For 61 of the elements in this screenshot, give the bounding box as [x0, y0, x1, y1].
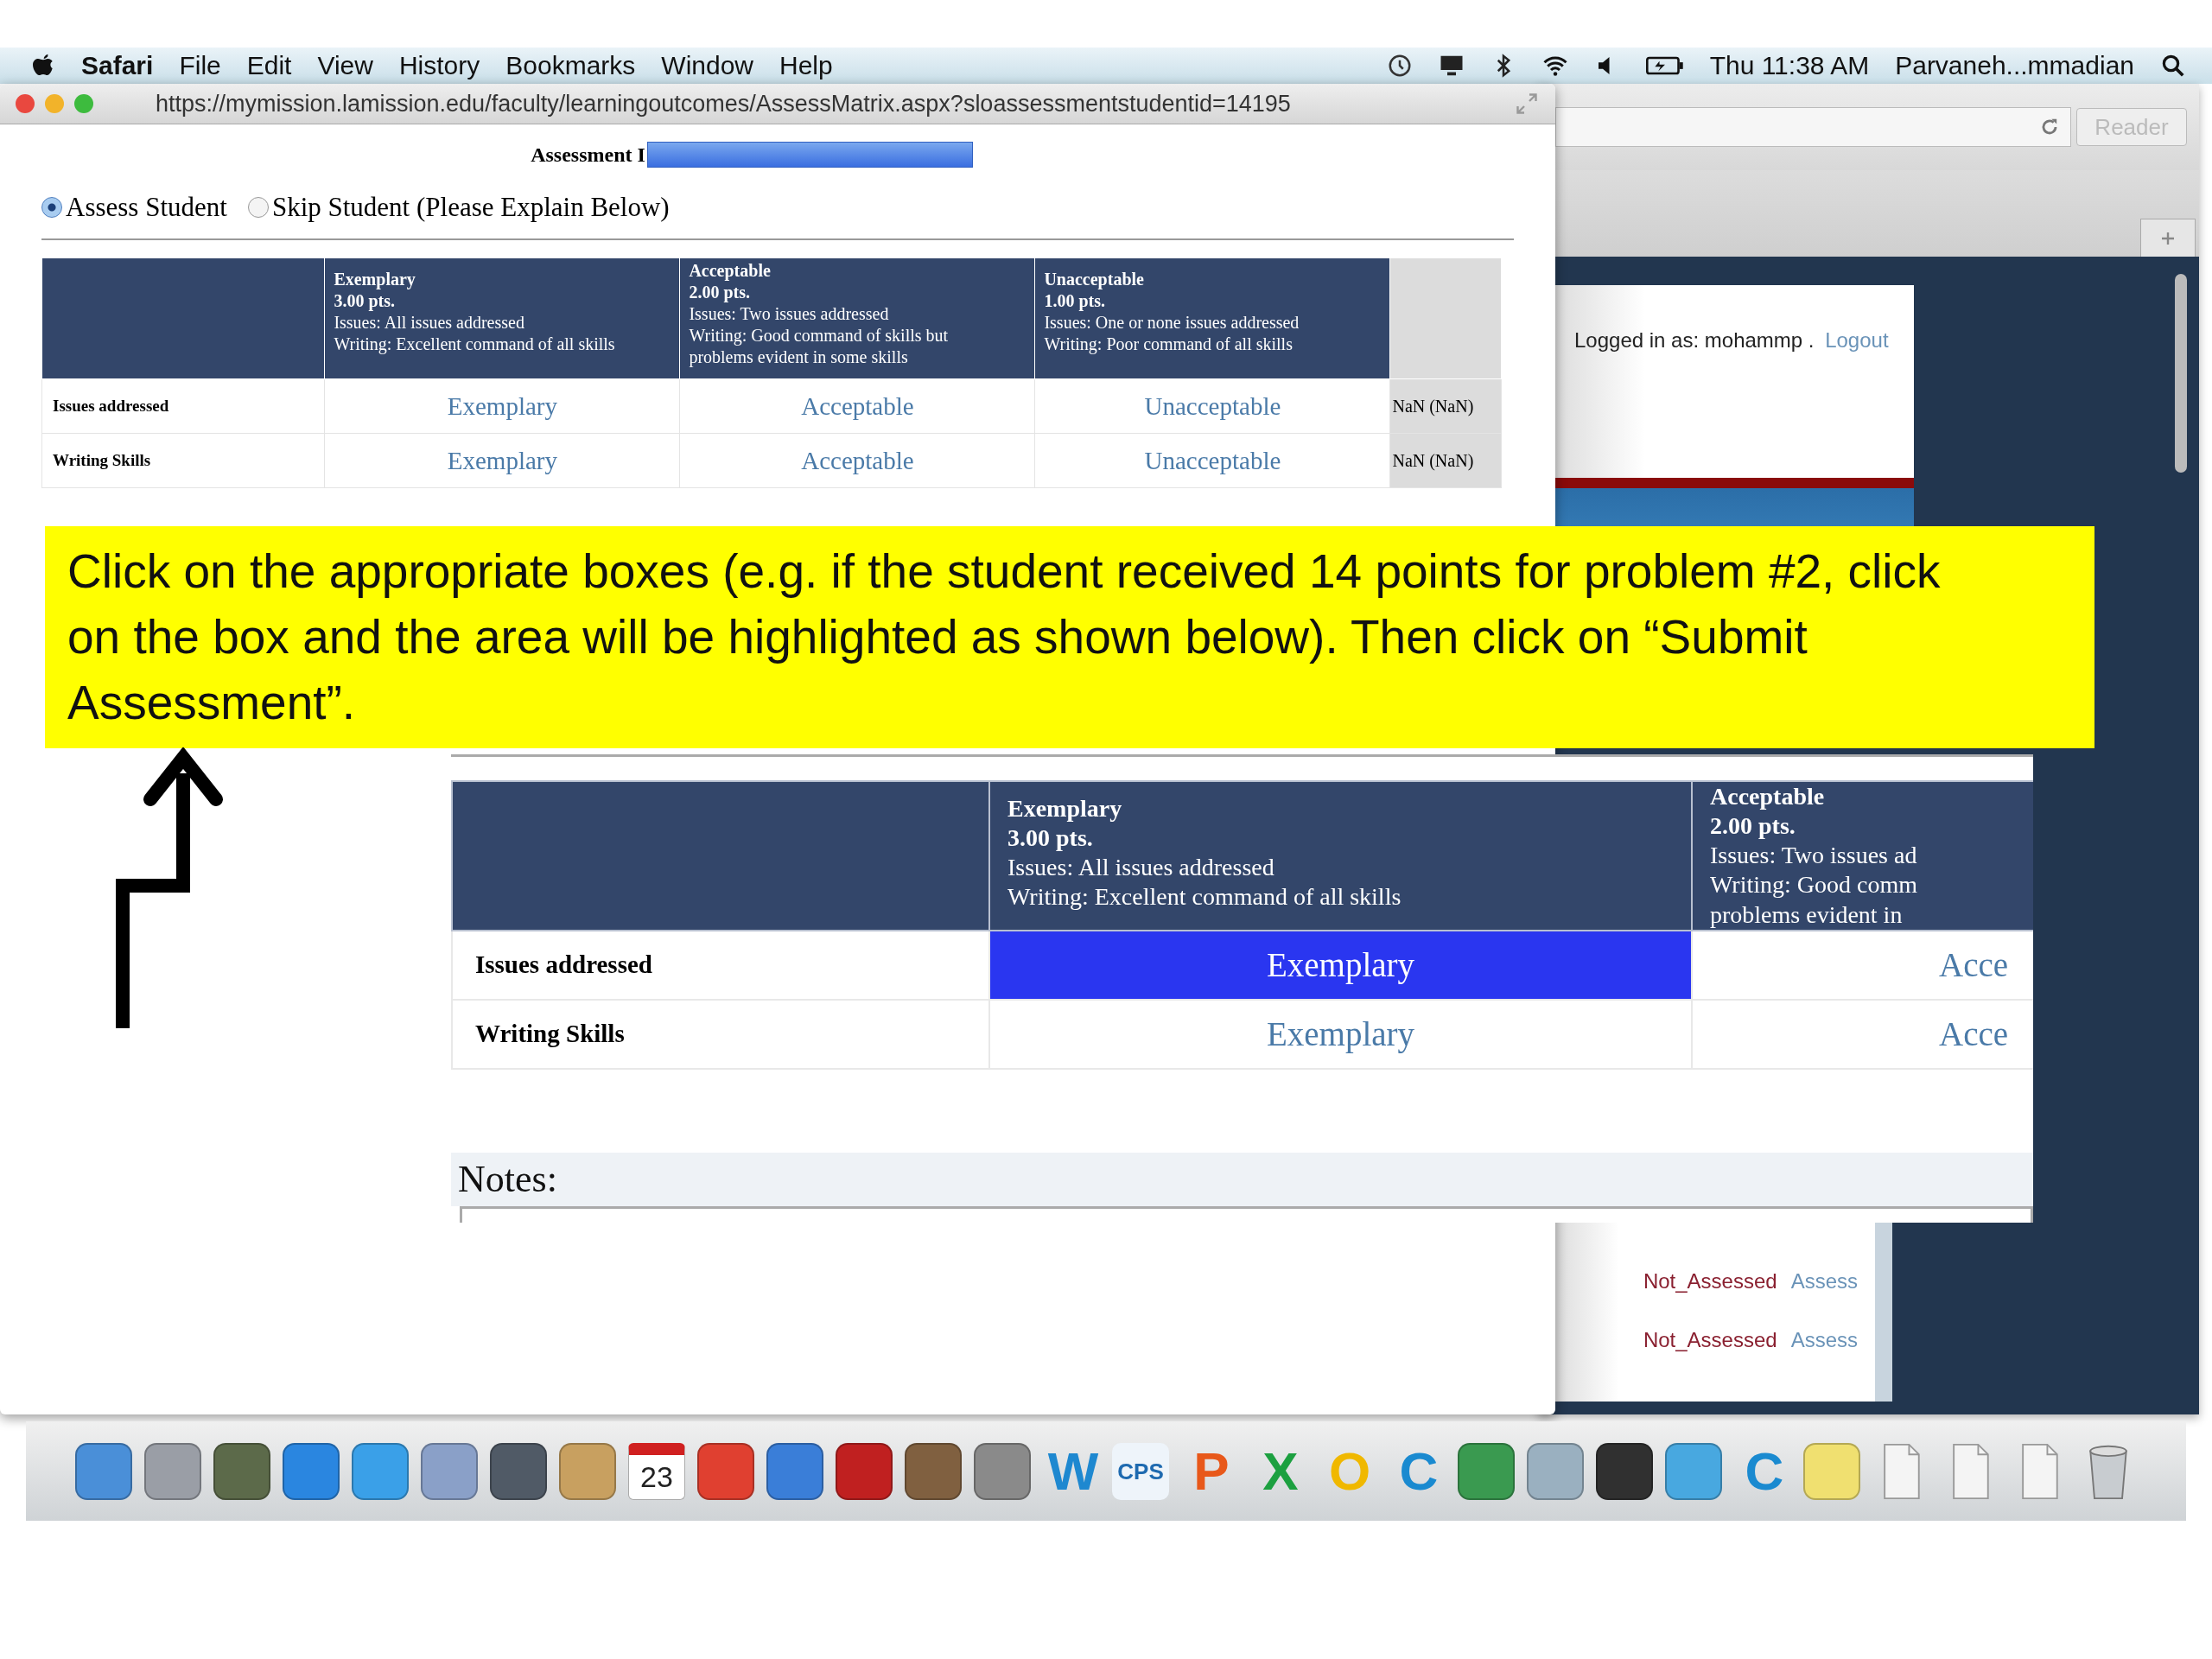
rating-cell[interactable]: Unacceptable	[1034, 433, 1390, 488]
column-header: Acceptable 2.00 pts. Issues: Two issues addressed Writing: Good command of skills but problems evident in some skills	[679, 257, 1035, 379]
app-icon[interactable]	[905, 1442, 962, 1500]
user-name[interactable]: Parvaneh...mmadian	[1895, 51, 2134, 80]
logout-link[interactable]: Logout	[1825, 328, 1889, 352]
criterion-cell: Issues addressed	[452, 930, 989, 1000]
rating-cell[interactable]: Exemplary	[989, 999, 1692, 1069]
search-icon[interactable]	[2160, 53, 2186, 79]
menu-item[interactable]: Edit	[246, 51, 292, 80]
app-icon[interactable]	[1596, 1442, 1653, 1500]
resize-icon[interactable]	[1514, 91, 1540, 117]
rating-cell[interactable]: Acceptable	[679, 378, 1035, 434]
assess-link[interactable]: Assess	[1790, 1269, 1858, 1294]
app-icon[interactable]: C	[1389, 1442, 1446, 1500]
status-text: Not_Assessed	[1643, 1269, 1777, 1294]
assess-link[interactable]: Assess	[1790, 1328, 1858, 1352]
rating-cell[interactable]: Exemplary	[324, 433, 680, 488]
app-icon[interactable]: C	[1734, 1442, 1791, 1500]
radio-button[interactable]	[247, 197, 269, 218]
menu-item[interactable]: File	[179, 51, 221, 80]
rating-cell[interactable]: Acceptable	[679, 433, 1035, 488]
close-button[interactable]	[16, 94, 35, 113]
instruction-text: Click on the appropriate boxes (e.g. if the student received 14 points for problem #2, click on the box and the area will be highlighted as shown below). Then click on “Submit Assessment”.	[67, 543, 1942, 731]
app-icon[interactable]	[836, 1442, 893, 1500]
score-cell: NaN (NaN)	[1389, 378, 1502, 434]
status-text: Not_Assessed	[1643, 1328, 1777, 1352]
criterion-cell: Issues addressed	[41, 378, 325, 434]
app-icon[interactable]	[213, 1442, 270, 1500]
menu-clock[interactable]: Thu 11:38 AM	[1709, 51, 1870, 80]
menu-item[interactable]: History	[398, 51, 480, 80]
app-icon[interactable]: W	[1043, 1442, 1100, 1500]
window-title: https://mymission.lamission.edu/faculty/learningoutcomes/AssessMatrix.aspx?sloassessmentstudentid=14195	[156, 90, 1292, 118]
notes-label: Notes:	[458, 1157, 557, 1202]
calendar-icon[interactable]: 23	[628, 1442, 685, 1500]
app-icon[interactable]	[697, 1442, 754, 1500]
app-icon[interactable]: CPS	[1112, 1442, 1169, 1500]
menu-item[interactable]: View	[317, 51, 373, 80]
criterion-cell: Writing Skills	[41, 433, 325, 488]
score-cell: NaN (NaN)	[1389, 433, 1502, 488]
radio-option[interactable]: Assess Student	[41, 192, 227, 223]
app-icon[interactable]	[490, 1442, 547, 1500]
column-header: Exemplary 3.00 pts. Issues: All issues addressed Writing: Excellent command of all skills	[324, 257, 680, 379]
radio-option[interactable]: Skip Student (Please Explain Below)	[247, 192, 670, 223]
app-icon[interactable]: P	[1181, 1442, 1238, 1500]
page-heading: Assessment I	[531, 143, 645, 167]
login-text: Logged in as: mohammp .	[1574, 328, 1815, 352]
column-header: Unacceptable 1.00 pts. Issues: One or none issues addressed Writing: Poor command of all skills	[1034, 257, 1390, 379]
criterion-cell: Writing Skills	[452, 999, 989, 1069]
rating-cell[interactable]: Exemplary	[324, 378, 680, 434]
rating-cell[interactable]: Exemplary	[989, 930, 1692, 1000]
rating-cell[interactable]: Unacceptable	[1034, 378, 1390, 434]
radio-button[interactable]	[41, 197, 62, 218]
scrollbar[interactable]	[2175, 274, 2187, 473]
app-menu[interactable]: Safari	[81, 51, 154, 80]
menu-item[interactable]: Bookmarks	[505, 51, 636, 80]
menu-item[interactable]: Help	[779, 51, 833, 80]
column-header: Exemplary 3.00 pts. Issues: All issues addressed Writing: Excellent command of all skills	[989, 781, 1692, 931]
menu-item[interactable]: Window	[661, 51, 753, 80]
column-header: Acceptable 2.00 pts. Issues: Two issues ad Writing: Good comm problems evident in	[1692, 781, 2033, 931]
notes-field[interactable]	[460, 1205, 2033, 1223]
app-icon[interactable]: X	[1250, 1442, 1307, 1500]
